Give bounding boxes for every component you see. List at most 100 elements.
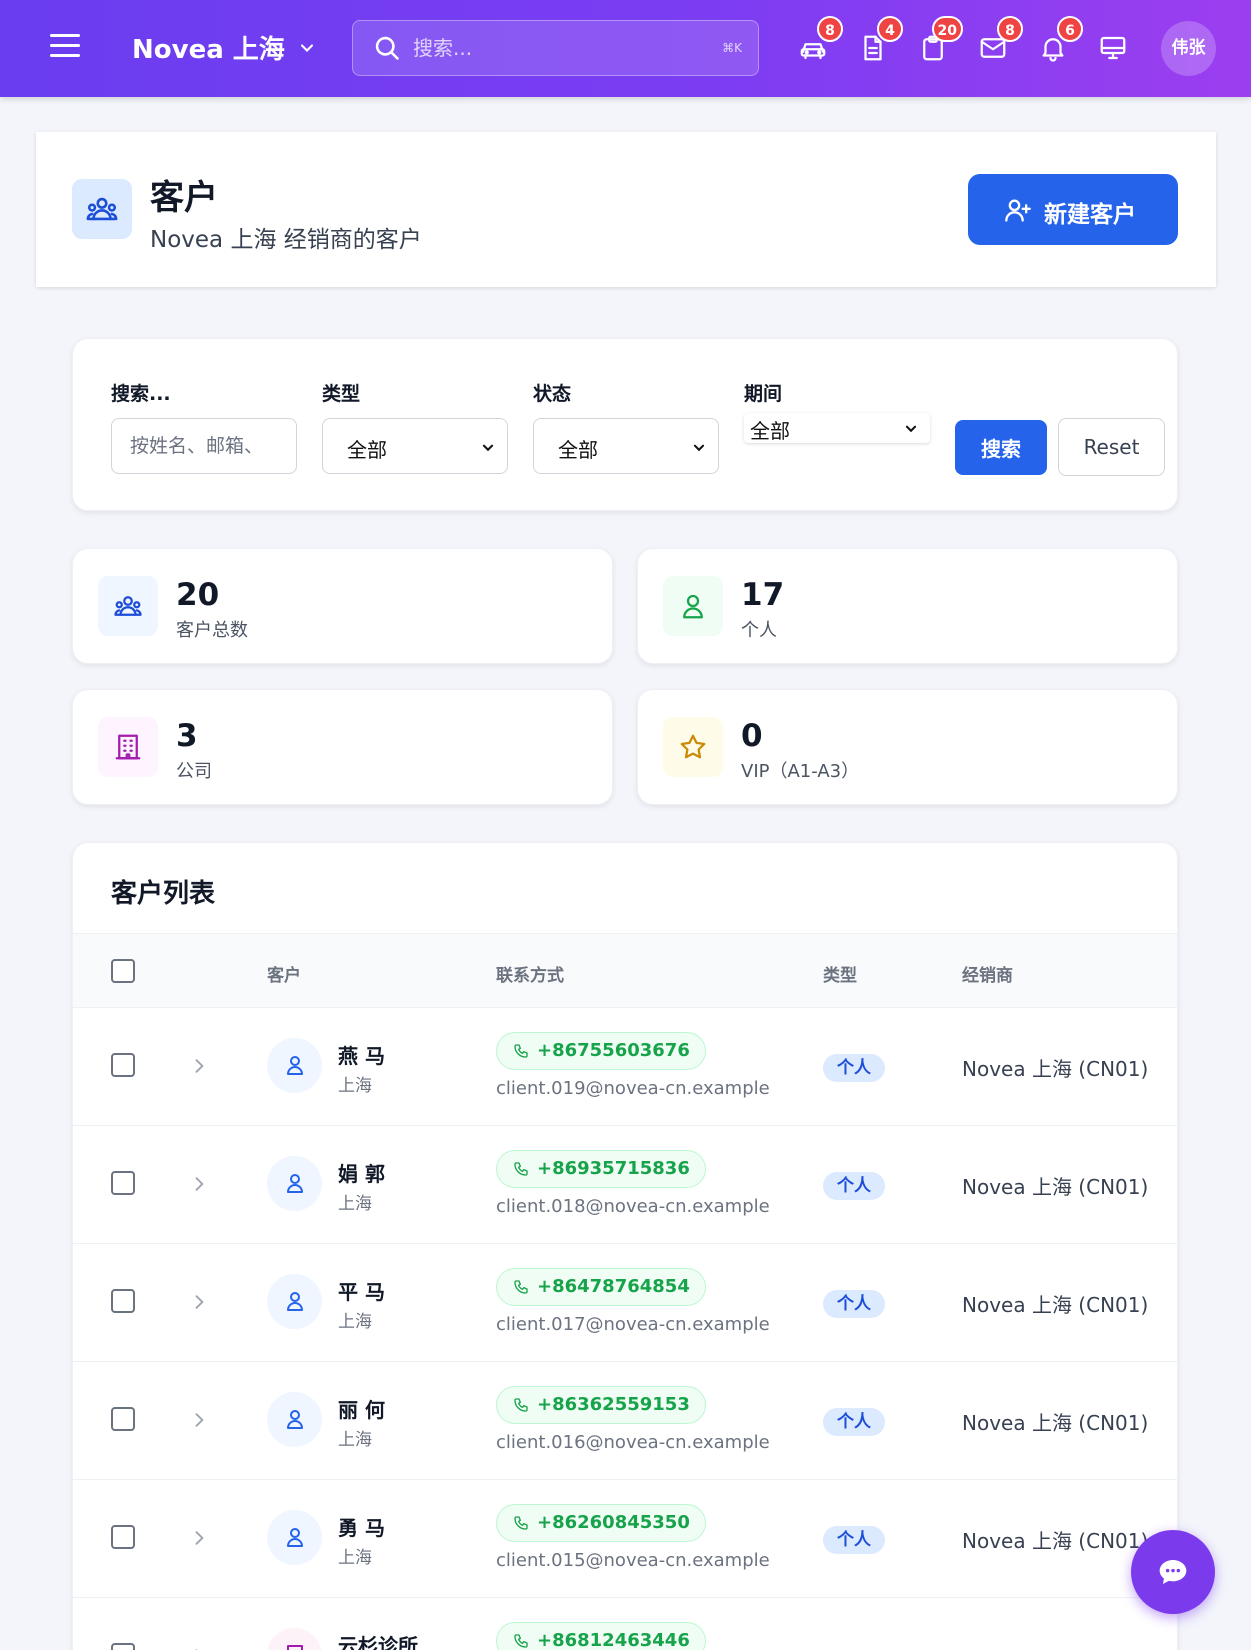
monitor-icon[interactable]: [1095, 30, 1131, 66]
customer-email[interactable]: client.017@novea-cn.example: [496, 1314, 770, 1335]
period-label: 期间: [744, 383, 783, 405]
menu-icon[interactable]: [50, 34, 80, 62]
status-select[interactable]: 全部: [533, 418, 719, 474]
document-icon[interactable]: 4: [855, 16, 903, 66]
customer-table: 客户列表 客户 联系方式 类型 经销商 燕 马 上海 +86755603676 …: [72, 842, 1178, 1650]
row-checkbox[interactable]: [111, 1289, 135, 1313]
stat-label: 公司: [176, 761, 212, 782]
phone-pill[interactable]: +86362559153: [496, 1386, 706, 1424]
table-header: 客户 联系方式 类型 经销商: [73, 933, 1177, 1008]
column-contact[interactable]: 联系方式: [496, 961, 564, 986]
table-row[interactable]: 云杉诊所 +86812463446: [73, 1598, 1177, 1650]
user-icon: [267, 1392, 322, 1447]
chevron-right-icon[interactable]: [189, 1056, 209, 1076]
new-customer-button[interactable]: 新建客户: [968, 174, 1178, 245]
customers-icon: [98, 576, 158, 636]
stat-value: 3: [176, 718, 198, 754]
phone-number: +86260845350: [537, 1512, 690, 1533]
table-row[interactable]: 丽 何 上海 +86362559153 client.016@novea-cn.…: [73, 1362, 1177, 1480]
customer-city: 上海: [338, 1076, 372, 1096]
row-checkbox[interactable]: [111, 1525, 135, 1549]
stat-value: 17: [741, 577, 785, 613]
table-title: 客户列表: [111, 879, 216, 909]
chevron-right-icon[interactable]: [189, 1292, 209, 1312]
table-row[interactable]: 娟 郭 上海 +86935715836 client.018@novea-cn.…: [73, 1126, 1177, 1244]
user-icon: [267, 1510, 322, 1565]
customer-city: 上海: [338, 1430, 372, 1450]
phone-icon: [514, 1280, 528, 1294]
phone-pill[interactable]: +86935715836: [496, 1150, 706, 1188]
dealer-name: Novea 上海 (CN01): [962, 1175, 1149, 1199]
phone-pill[interactable]: +86812463446: [496, 1622, 706, 1650]
bell-icon[interactable]: 6: [1035, 16, 1083, 66]
global-search[interactable]: ⌘K: [352, 20, 759, 76]
chevron-down-icon: [693, 444, 705, 452]
phone-number: +86812463446: [537, 1630, 690, 1650]
search-button[interactable]: 搜索: [955, 420, 1047, 475]
phone-pill[interactable]: +86478764854: [496, 1268, 706, 1306]
row-checkbox[interactable]: [111, 1643, 135, 1650]
row-checkbox[interactable]: [111, 1053, 135, 1077]
customer-email[interactable]: client.018@novea-cn.example: [496, 1196, 770, 1217]
global-search-input[interactable]: [413, 31, 683, 65]
chat-button[interactable]: [1131, 1530, 1215, 1614]
phone-number: +86478764854: [537, 1276, 690, 1297]
user-plus-icon: [1005, 199, 1031, 222]
phone-pill[interactable]: +86260845350: [496, 1504, 706, 1542]
building-icon: [267, 1628, 322, 1650]
search-shortcut: ⌘K: [722, 41, 742, 55]
table-row[interactable]: 勇 马 上海 +86260845350 client.015@novea-cn.…: [73, 1480, 1177, 1598]
reset-button[interactable]: Reset: [1058, 418, 1165, 476]
column-dealer[interactable]: 经销商: [962, 961, 1013, 986]
brand-title[interactable]: Novea 上海: [132, 29, 285, 66]
type-badge: 个人: [823, 1408, 885, 1436]
chevron-down-icon[interactable]: [297, 38, 317, 58]
table-row[interactable]: 燕 马 上海 +86755603676 client.019@novea-cn.…: [73, 1008, 1177, 1126]
car-icon[interactable]: 8: [795, 16, 843, 66]
phone-icon: [514, 1516, 528, 1530]
phone-number: +86755603676: [537, 1040, 690, 1061]
customer-search-input[interactable]: [111, 418, 297, 474]
period-select[interactable]: 全部: [744, 413, 930, 443]
chevron-right-icon[interactable]: [189, 1174, 209, 1194]
stat-individuals: 17 个人: [637, 548, 1178, 664]
customer-email[interactable]: client.016@novea-cn.example: [496, 1432, 770, 1453]
filter-panel: 搜索... 类型 全部 状态 全部 期间 全部 搜索 Reset: [72, 338, 1178, 511]
chevron-right-icon[interactable]: [189, 1528, 209, 1548]
type-select[interactable]: 全部: [322, 418, 508, 474]
row-checkbox[interactable]: [111, 1407, 135, 1431]
row-checkbox[interactable]: [111, 1171, 135, 1195]
star-icon: [663, 717, 723, 777]
mail-icon[interactable]: 8: [975, 16, 1023, 66]
customer-name[interactable]: 娟 郭: [338, 1158, 385, 1187]
phone-pill[interactable]: +86755603676: [496, 1032, 706, 1070]
column-customer[interactable]: 客户: [267, 961, 301, 986]
chevron-right-icon[interactable]: [189, 1410, 209, 1430]
clipboard-badge: 20: [931, 16, 963, 42]
customer-name[interactable]: 平 马: [338, 1276, 385, 1305]
document-badge: 4: [877, 16, 903, 42]
phone-icon: [514, 1634, 528, 1648]
page-title: 客户: [150, 178, 218, 218]
customers-icon: [72, 179, 132, 239]
customer-email[interactable]: client.015@novea-cn.example: [496, 1550, 770, 1571]
phone-icon: [514, 1398, 528, 1412]
column-type[interactable]: 类型: [823, 961, 857, 986]
select-all-checkbox[interactable]: [111, 959, 135, 983]
user-avatar[interactable]: 伟张: [1161, 21, 1216, 76]
page-subtitle: Novea 上海 经销商的客户: [150, 227, 422, 253]
customer-name[interactable]: 燕 马: [338, 1040, 385, 1069]
period-select-value: 全部: [750, 419, 790, 443]
clipboard-icon[interactable]: 20: [915, 16, 963, 66]
stat-label: 客户总数: [176, 620, 248, 641]
type-select-value: 全部: [347, 438, 387, 462]
search-label: 搜索...: [111, 383, 171, 405]
customer-name[interactable]: 勇 马: [338, 1512, 385, 1541]
customer-name[interactable]: 云杉诊所: [338, 1630, 418, 1650]
chevron-right-icon[interactable]: [189, 1646, 209, 1650]
customer-email[interactable]: client.019@novea-cn.example: [496, 1078, 770, 1099]
table-row[interactable]: 平 马 上海 +86478764854 client.017@novea-cn.…: [73, 1244, 1177, 1362]
stat-value: 20: [176, 577, 220, 613]
phone-icon: [514, 1044, 528, 1058]
customer-name[interactable]: 丽 何: [338, 1394, 385, 1423]
